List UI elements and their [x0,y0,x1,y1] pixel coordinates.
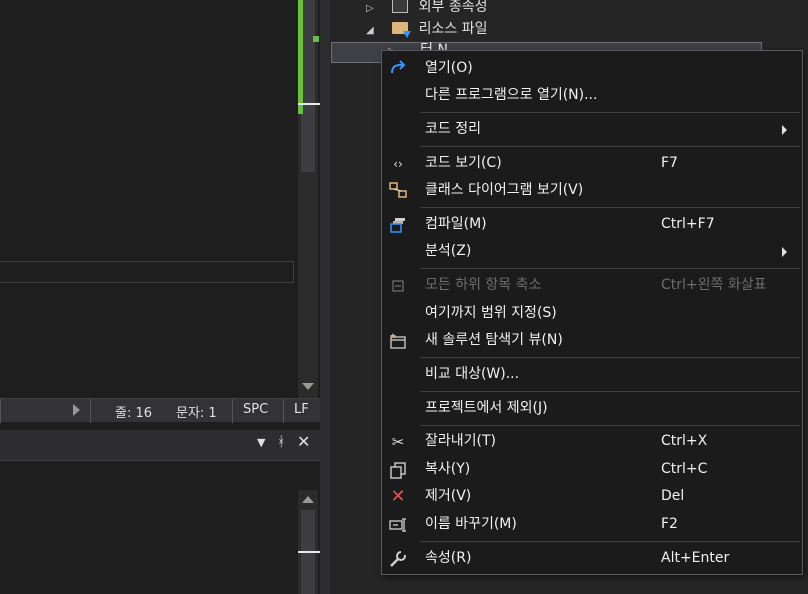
editor-status-bar: 줄: 16 문자: 1 SPC LF [0,398,320,423]
menu-item-shortcut: F2 [661,516,678,532]
rename-icon [388,515,408,535]
caret-position-marker [298,103,320,105]
submenu-arrow-icon [782,247,787,257]
tree-item-label: 리소스 파일 [418,21,488,37]
menu-item-shortcut: Alt+Enter [661,550,730,566]
delete-x-icon: ✕ [390,486,406,507]
collapse-icon [388,276,408,296]
submenu-arrow-icon [782,125,787,135]
menu-item-label: 컴파일(M) [425,216,487,232]
change-indicator-bar [298,0,303,114]
menu-item-label: 여기까지 범위 지정(S) [425,305,557,321]
line-ending-mode[interactable]: LF [294,402,309,417]
menu-item-scope-to-this[interactable]: 여기까지 범위 지정(S) [382,300,802,327]
collapse-arrow-icon[interactable]: ◢ [366,25,374,36]
menu-item-compile[interactable]: 컴파일(M) Ctrl+F7 [382,211,802,238]
compile-icon [388,215,408,235]
external-deps-icon [392,0,409,13]
tree-item-resource-files[interactable]: ◢ 리소스 파일 [366,18,487,40]
menu-item-collapse-all: 모든 하위 항목 축소 Ctrl+왼쪽 화살표 [382,272,802,299]
context-menu: 열기(O) 다른 프로그램으로 열기(N)... 코드 정리 ‹› 코드 보기(… [381,50,803,575]
code-editor[interactable] [0,0,298,398]
output-panel-header [0,430,320,460]
scroll-down-arrow-icon[interactable] [302,383,314,390]
menu-separator [420,357,800,358]
menu-separator [420,146,800,147]
menu-item-label: 클래스 다이어그램 보기(V) [425,182,584,198]
scroll-up-arrow-icon[interactable] [302,496,314,503]
menu-item-cut[interactable]: ✂ 잘라내기(T) Ctrl+X [382,428,802,455]
menu-item-remove[interactable]: ✕ 제거(V) Del [382,483,802,510]
menu-item-label: 코드 정리 [425,121,481,137]
change-marker [313,36,319,42]
wrench-icon [388,549,408,569]
filter-folder-icon [392,22,412,38]
menu-separator [420,425,800,426]
code-icon: ‹› [393,157,403,171]
column-number: 문자: 1 [176,406,217,421]
menu-item-label: 새 솔루션 탐색기 뷰(N) [425,332,563,348]
copy-icon [388,460,408,480]
menu-item-label: 모든 하위 항목 축소 [425,277,542,293]
menu-separator [420,391,800,392]
class-diagram-icon [388,181,408,201]
menu-separator [420,541,800,542]
menu-item-label: 비교 대상(W)... [425,366,520,382]
menu-separator [420,112,800,113]
menu-separator [420,268,800,269]
menu-item-label: 코드 보기(C) [425,155,502,171]
menu-item-shortcut: Ctrl+F7 [661,216,715,232]
panel-position-marker [298,551,320,553]
tree-item-label: 외부 종속성 [418,0,488,15]
line-number: 줄: 16 [115,406,153,421]
whitespace-mode[interactable]: SPC [243,402,268,417]
menu-item-label: 속성(R) [425,550,472,566]
menu-item-label: 이름 바꾸기(M) [425,516,517,532]
menu-item-rename[interactable]: 이름 바꾸기(M) F2 [382,511,802,538]
menu-item-exclude-from-project[interactable]: 프로젝트에서 제외(J) [382,395,802,422]
expand-arrow-icon[interactable]: ▷ [366,3,374,14]
menu-item-open[interactable]: 열기(O) [382,55,802,82]
menu-item-properties[interactable]: 속성(R) Alt+Enter [382,545,802,572]
tree-item-external-deps[interactable]: ▷ 외부 종속성 [366,0,487,18]
menu-item-label: 복사(Y) [425,461,471,477]
menu-item-shortcut: Del [661,488,685,504]
menu-item-label: 분석(Z) [425,243,472,259]
menu-item-shortcut: Ctrl+C [661,461,708,477]
new-view-icon [388,331,408,351]
menu-item-shortcut: F7 [661,155,678,171]
menu-item-shortcut: Ctrl+X [661,433,708,449]
redo-arrow-icon [388,59,408,79]
menu-item-shortcut: Ctrl+왼쪽 화살표 [661,277,767,293]
output-panel-body [0,460,320,594]
close-icon[interactable]: ✕ [297,432,310,451]
status-scroll-right-icon[interactable] [73,404,80,416]
menu-item-new-explorer-view[interactable]: 새 솔루션 탐색기 뷰(N) [382,327,802,354]
menu-item-compare-with[interactable]: 비교 대상(W)... [382,361,802,388]
menu-item-view-code[interactable]: ‹› 코드 보기(C) F7 [382,150,802,177]
chevron-down-icon[interactable]: ▼ [257,436,265,449]
pane-splitter[interactable] [320,0,330,594]
scissors-icon: ✂ [391,433,405,451]
menu-item-label: 잘라내기(T) [425,433,496,449]
editor-scroll-thumb[interactable] [301,0,315,172]
menu-item-open-with[interactable]: 다른 프로그램으로 열기(N)... [382,82,802,109]
menu-item-analyze[interactable]: 분석(Z) [382,238,802,265]
pin-icon[interactable]: ᚼ [277,434,285,450]
menu-item-label: 프로젝트에서 제외(J) [425,400,548,416]
menu-item-code-cleanup[interactable]: 코드 정리 [382,116,802,143]
menu-item-view-class-diagram[interactable]: 클래스 다이어그램 보기(V) [382,177,802,204]
menu-item-copy[interactable]: 복사(Y) Ctrl+C [382,456,802,483]
menu-item-label: 열기(O) [425,60,473,76]
editor-input-box[interactable] [0,261,294,283]
menu-item-label: 다른 프로그램으로 열기(N)... [425,87,598,103]
menu-separator [420,207,800,208]
menu-item-label: 제거(V) [425,488,472,504]
